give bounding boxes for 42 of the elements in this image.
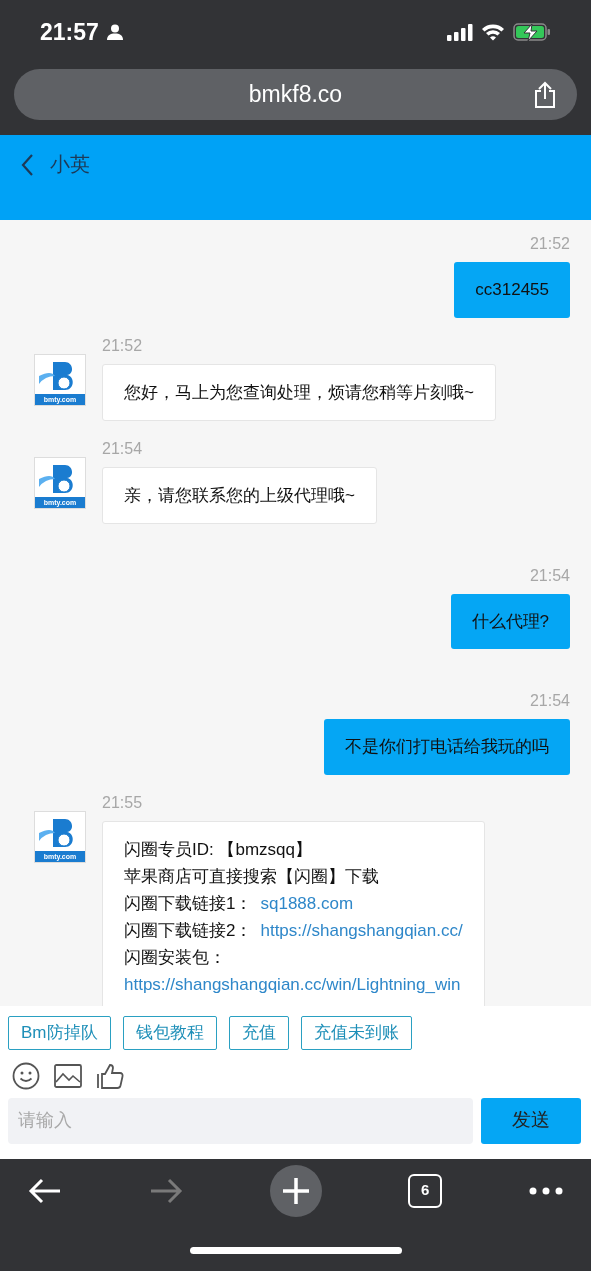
message-text: 闪圈专员ID: 【bmzsqq】 <box>124 838 312 861</box>
message-bubble: cc312455 <box>454 262 570 318</box>
message-time: 21:54 <box>529 691 570 711</box>
quick-reply-button[interactable]: 充值 <box>228 1016 289 1050</box>
message-time: 21:52 <box>102 335 143 356</box>
message-bubble: 不是你们打电话给我玩的吗 <box>324 719 570 775</box>
url-text: bmkf8.co <box>248 80 343 110</box>
share-icon[interactable] <box>533 81 557 109</box>
more-icon[interactable] <box>529 1186 563 1195</box>
message-text: 闪圈安装包： <box>124 946 226 969</box>
battery-charging-icon <box>513 22 551 42</box>
signal-icon <box>447 23 473 41</box>
message-text: 亲，请您联系您的上级代理哦~ <box>124 484 355 507</box>
quick-reply-button[interactable]: 钱包教程 <box>122 1016 217 1050</box>
person-icon <box>106 24 123 40</box>
message-bubble: 什么代理? <box>450 593 570 649</box>
message-time: 21:54 <box>529 565 570 586</box>
emoji-icon[interactable] <box>12 1061 40 1090</box>
message-input[interactable]: 请输入 <box>8 1097 473 1144</box>
chat-title: 小英 <box>50 152 90 177</box>
new-tab-icon[interactable] <box>269 1164 322 1217</box>
image-icon[interactable] <box>54 1063 82 1088</box>
message-time: 21:55 <box>102 792 143 813</box>
quick-reply-button[interactable]: 充值未到账 <box>300 1016 412 1050</box>
thumbs-up-icon[interactable] <box>96 1061 124 1090</box>
link[interactable]: https://shangshangqian.cc/ <box>260 916 463 944</box>
back-icon[interactable] <box>20 153 34 177</box>
link[interactable]: sq1888.com <box>260 889 354 917</box>
wifi-icon <box>481 23 505 41</box>
link[interactable]: https://shangshangqian.cc/win/Lightning_win <box>124 970 461 998</box>
back-arrow-icon[interactable] <box>28 1177 62 1204</box>
message-text: 您好，马上为您查询处理，烦请您稍等片刻哦~ <box>124 381 474 404</box>
status-time: 21:57 <box>40 17 99 47</box>
message-text: 闪圈下载链接1： <box>124 892 253 915</box>
message-time: 21:52 <box>529 234 570 254</box>
send-button[interactable]: 发送 <box>481 1097 581 1144</box>
address-bar[interactable]: bmkf8.co <box>14 69 577 120</box>
message-time: 21:54 <box>102 438 143 459</box>
message-text: 闪圈下载链接2： <box>124 919 253 942</box>
tab-count[interactable]: 6 <box>408 1173 443 1208</box>
quick-reply-button[interactable]: Bm防掉队 <box>8 1016 111 1050</box>
message-text: 苹果商店可直接搜索【闪圈】下载 <box>124 865 379 888</box>
